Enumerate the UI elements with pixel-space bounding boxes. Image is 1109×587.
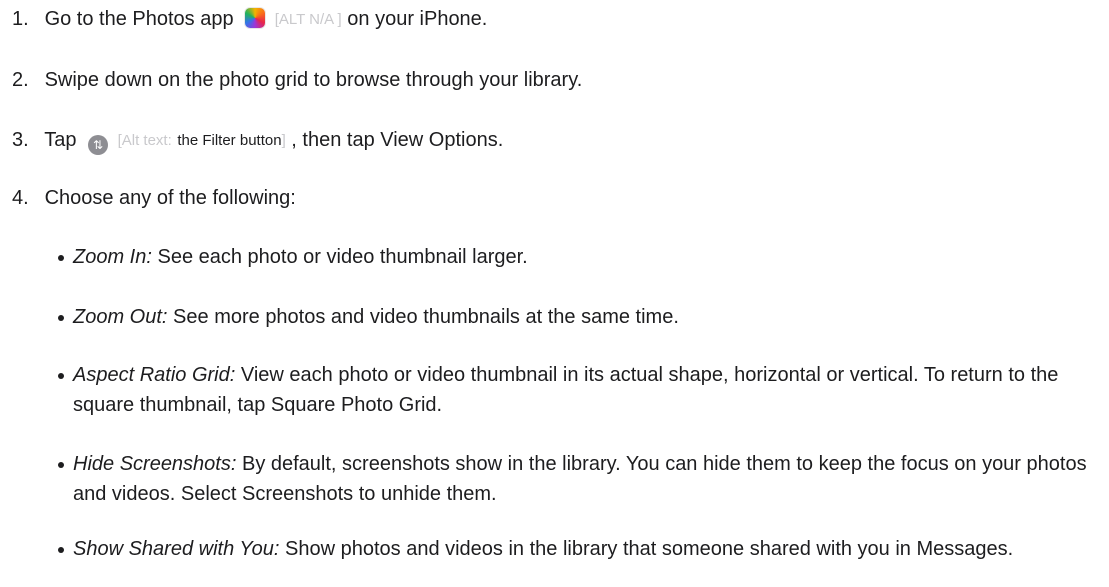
list-item-zoom-out: Zoom Out: See more photos and video thum… — [57, 302, 1097, 332]
bullet-dot — [58, 547, 64, 553]
step-number: 1. — [12, 8, 29, 30]
list-item-zoom-in: Zoom In: See each photo or video thumbna… — [57, 242, 1097, 272]
alt-text-placeholder: [ALT N/A ] — [274, 11, 342, 28]
step-text: Tap — [44, 129, 77, 151]
step-1: 1. Go to the Photos app [ALT N/A ] on yo… — [0, 6, 487, 32]
alt-text-suffix: ] — [281, 132, 286, 149]
photos-app-icon — [245, 8, 266, 28]
filter-icon: ⇅ — [88, 135, 109, 155]
step-text-after: on your iPhone. — [347, 8, 488, 30]
option-term: Show Shared with You: — [73, 538, 280, 560]
bullet-dot — [58, 373, 64, 379]
list-item-hide-screenshots: Hide Screenshots: By default, screenshot… — [57, 449, 1097, 509]
step-text: Choose any of the following: — [44, 187, 296, 209]
step-2: 2. Swipe down on the photo grid to brows… — [0, 67, 582, 93]
step-text: Go to the Photos app — [44, 8, 234, 30]
alt-text-prefix: [Alt text: — [117, 132, 172, 149]
list-item-aspect-ratio-grid: Aspect Ratio Grid: View each photo or vi… — [57, 360, 1097, 420]
option-description: Show photos and videos in the library th… — [285, 538, 1014, 560]
alt-text-value: the Filter button — [177, 132, 282, 149]
option-term: Aspect Ratio Grid: — [73, 364, 236, 386]
step-number: 3. — [12, 129, 29, 151]
option-term: Zoom In: — [73, 246, 152, 268]
step-number: 4. — [12, 187, 29, 209]
step-text-after: , then tap View Options. — [291, 129, 504, 151]
step-4: 4. Choose any of the following: — [0, 185, 296, 211]
option-term: Hide Screenshots: — [73, 453, 237, 475]
option-description: See each photo or video thumbnail larger… — [157, 246, 528, 268]
step-text: Swipe down on the photo grid to browse t… — [44, 69, 583, 91]
option-description: See more photos and video thumbnails at … — [173, 306, 679, 328]
bullet-dot — [58, 462, 64, 468]
list-item-show-shared-with-you: Show Shared with You: Show photos and vi… — [57, 534, 1097, 564]
bullet-dot — [58, 255, 64, 261]
step-number: 2. — [12, 69, 29, 91]
option-term: Zoom Out: — [73, 306, 168, 328]
bullet-dot — [58, 315, 64, 321]
step-3: 3. Tap ⇅ [Alt text: the Filter button] ,… — [0, 127, 504, 155]
